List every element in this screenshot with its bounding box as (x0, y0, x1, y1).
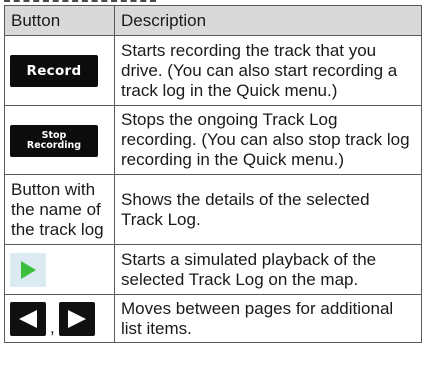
button-cell: , (4, 294, 115, 343)
table-row: Starts a simulated playback of the selec… (4, 244, 422, 295)
stop-recording-label-line2: Recording (26, 140, 82, 151)
table-row: Record Starts recording the track that y… (4, 35, 422, 106)
play-icon (21, 260, 36, 279)
play-button[interactable] (10, 252, 46, 287)
button-text-cell: Button with the name of the track log (4, 174, 115, 245)
button-description-table: Button Description Record Starts recordi… (4, 5, 422, 343)
table-row: Stop Recording Stops the ongoing Track L… (4, 105, 422, 175)
button-cell: Stop Recording (4, 105, 115, 175)
left-arrow-icon (19, 309, 37, 328)
description-cell: Shows the details of the selected Track … (114, 174, 422, 245)
description-cell: Starts a simulated playback of the selec… (114, 244, 422, 295)
header-description: Description (114, 5, 422, 36)
previous-page-button[interactable] (10, 301, 46, 336)
description-cell: Stops the ongoing Track Log recording. (… (114, 105, 422, 175)
right-arrow-icon (67, 309, 86, 328)
table-header-row: Button Description (4, 5, 422, 36)
stop-recording-button[interactable]: Stop Recording (10, 125, 98, 157)
header-button: Button (4, 5, 115, 36)
separator-comma: , (50, 317, 55, 337)
button-cell (4, 244, 115, 295)
table-row: , Moves between pages for additional lis… (4, 294, 422, 343)
table-row: Button with the name of the track log Sh… (4, 174, 422, 245)
next-page-button[interactable] (58, 301, 95, 336)
description-cell: Starts recording the track that you driv… (114, 35, 422, 106)
description-cell: Moves between pages for additional list … (114, 294, 422, 343)
button-cell: Record (4, 35, 115, 106)
page-nav-buttons: , (10, 301, 95, 337)
record-button[interactable]: Record (10, 54, 98, 87)
